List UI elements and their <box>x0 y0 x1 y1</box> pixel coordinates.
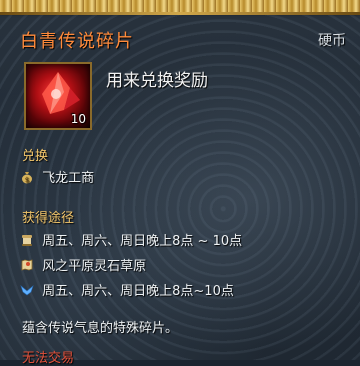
item-lore: 蕴含传说气息的特殊碎片。 <box>22 321 179 336</box>
trade-status: 无法交易 <box>22 351 75 366</box>
map-marker-icon <box>20 258 34 272</box>
ornate-top-border <box>0 0 360 15</box>
item-name: 白青传说碎片 <box>20 31 134 52</box>
exchange-vendor[interactable]: $ 飞龙工商 <box>20 167 94 186</box>
obtain-entry: 周五、周六、周日晚上8点~10点 <box>20 280 234 299</box>
vendor-name: 飞龙工商 <box>42 171 95 186</box>
red-shard-icon[interactable]: 10 <box>24 62 92 130</box>
item-tooltip-panel: 白青传说碎片 硬币 10 用来兑换奖励 兑换 $ 飞龙工商 获得途径 周五、周六… <box>0 0 360 366</box>
obtain-entry-text: 周五、周六、周日晚上8点~10点 <box>42 284 234 299</box>
obtain-entry: 周五、周六、周日晚上8点 ~ 10点 <box>20 230 242 249</box>
obtain-entry[interactable]: 风之平原灵石草原 <box>20 255 146 274</box>
obtain-entry-text: 周五、周六、周日晚上8点 ~ 10点 <box>42 234 243 249</box>
currency-tag: 硬币 <box>318 33 346 49</box>
item-short-description: 用来兑换奖励 <box>106 71 208 91</box>
obtain-entry-text: 风之平原灵石草原 <box>42 259 147 274</box>
exchange-section-label: 兑换 <box>22 149 49 164</box>
item-count: 10 <box>70 112 86 126</box>
scroll-icon <box>20 233 34 247</box>
svg-text:$: $ <box>25 176 29 184</box>
obtain-section-label: 获得途径 <box>22 211 75 226</box>
wings-icon <box>20 283 34 297</box>
money-bag-icon: $ <box>20 170 34 184</box>
